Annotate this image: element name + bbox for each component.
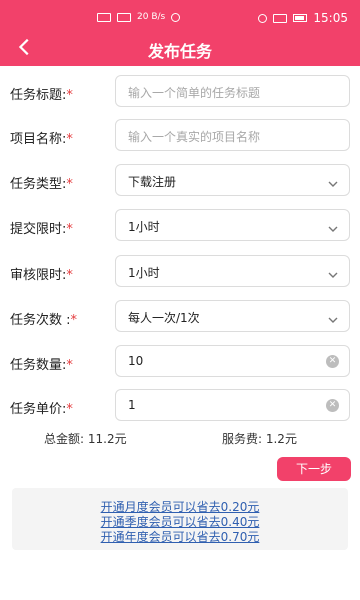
project-name-input[interactable]: 输入一个真实的项目名称 xyxy=(115,119,350,151)
chevron-down-icon xyxy=(327,266,339,278)
form-row-project-name: 项目名称:* 输入一个真实的项目名称 xyxy=(0,114,360,158)
cellular-signal-icon xyxy=(117,12,131,22)
form-row-unit-price: 任务单价:* 1 ✕ xyxy=(0,384,360,428)
total-amount: 总金额: 11.2元 xyxy=(44,432,127,446)
input-value: 10 xyxy=(128,354,144,368)
field-label: 任务次数 :* xyxy=(10,313,78,328)
chevron-down-icon xyxy=(327,175,339,187)
field-label: 任务类型:* xyxy=(10,177,73,192)
promo-link-yearly[interactable]: 开通年度会员可以省去0.70元 xyxy=(12,528,348,545)
membership-promo: 开通月度会员可以省去0.20元 开通季度会员可以省去0.40元 开通年度会员可以… xyxy=(12,488,348,550)
chevron-down-icon xyxy=(327,311,339,323)
battery-icon xyxy=(293,14,308,22)
field-label: 提交限时:* xyxy=(10,222,73,237)
clear-icon[interactable]: ✕ xyxy=(326,399,339,412)
selected-value: 下载注册 xyxy=(128,175,177,189)
cost-summary: 总金额: 11.2元 服务费: 1.2元 xyxy=(0,430,360,450)
selected-value: 1小时 xyxy=(128,220,160,234)
form-row-task-quantity: 任务数量:* 10 ✕ xyxy=(0,340,360,384)
field-label: 任务单价:* xyxy=(10,402,73,417)
task-title-input[interactable]: 输入一个简单的任务标题 xyxy=(115,75,350,107)
field-label: 任务数量:* xyxy=(10,358,73,373)
task-quantity-input[interactable]: 10 ✕ xyxy=(115,345,350,377)
form-row-task-title: 任务标题:* 输入一个简单的任务标题 xyxy=(0,70,360,114)
field-label: 项目名称:* xyxy=(10,132,73,147)
form-row-submit-limit: 提交限时:* 1小时 xyxy=(0,204,360,248)
input-value: 1 xyxy=(128,398,136,412)
alarm-icon xyxy=(258,13,268,23)
vibrate-icon xyxy=(273,13,288,23)
review-limit-select[interactable]: 1小时 xyxy=(115,255,350,287)
selected-value: 每人一次/1次 xyxy=(128,311,200,325)
cloud-icon xyxy=(171,12,181,22)
field-label: 任务标题:* xyxy=(10,88,73,103)
form-row-task-times: 任务次数 :* 每人一次/1次 xyxy=(0,295,360,339)
network-speed: 20 B/s xyxy=(137,12,166,22)
app-header: 20 B/s 15:05 发布任务 xyxy=(0,0,360,66)
placeholder-text: 输入一个简单的任务标题 xyxy=(128,86,261,100)
service-fee: 服务费: 1.2元 xyxy=(222,432,297,446)
status-bar: 20 B/s 15:05 xyxy=(0,0,360,34)
sim-signal-icon xyxy=(97,12,111,22)
chevron-down-icon xyxy=(327,220,339,232)
form-row-task-type: 任务类型:* 下载注册 xyxy=(0,159,360,203)
status-time: 15:05 xyxy=(313,11,348,25)
form-row-review-limit: 审核限时:* 1小时 xyxy=(0,250,360,294)
next-step-button[interactable]: 下一步 xyxy=(277,457,351,481)
submit-limit-select[interactable]: 1小时 xyxy=(115,209,350,241)
placeholder-text: 输入一个真实的项目名称 xyxy=(128,130,261,144)
field-label: 审核限时:* xyxy=(10,268,73,283)
selected-value: 1小时 xyxy=(128,266,160,280)
unit-price-input[interactable]: 1 ✕ xyxy=(115,389,350,421)
clear-icon[interactable]: ✕ xyxy=(326,355,339,368)
task-type-select[interactable]: 下载注册 xyxy=(115,164,350,196)
task-times-select[interactable]: 每人一次/1次 xyxy=(115,300,350,332)
page-title: 发布任务 xyxy=(147,42,212,61)
